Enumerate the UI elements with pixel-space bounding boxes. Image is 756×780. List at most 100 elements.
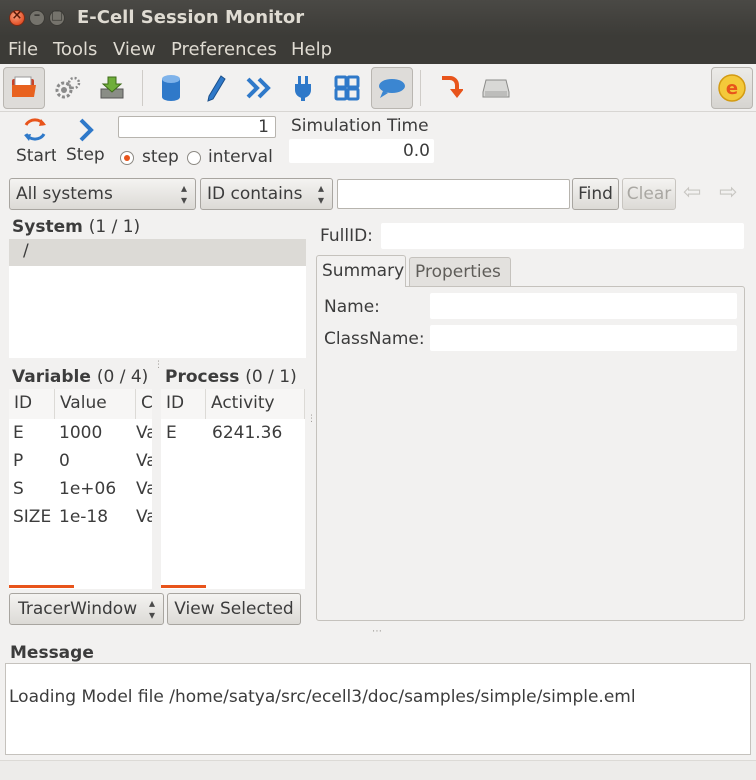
clear-button: Clear (622, 178, 676, 210)
toolbar-separator (420, 70, 421, 106)
step-button[interactable]: Step (66, 145, 105, 165)
forward-arrow-icon: ⇨ (719, 180, 738, 205)
pane-grip-icon[interactable]: ⋮ (307, 414, 316, 424)
table-row[interactable]: P 0 Va (9, 447, 152, 475)
find-button[interactable]: Find (572, 178, 619, 210)
variable-class: Va (136, 423, 152, 443)
table-row[interactable]: E 1000 Va (9, 419, 152, 447)
list-item[interactable]: / (9, 239, 306, 266)
menu-preferences[interactable]: Preferences (171, 39, 277, 60)
menu-help[interactable]: Help (291, 39, 332, 60)
tracer-window-combo[interactable]: TracerWindow ▴ ▾ (9, 593, 164, 625)
table-row[interactable]: E 6241.36 (161, 419, 305, 447)
classname-label: ClassName: (324, 329, 425, 349)
tab-summary[interactable]: Summary (316, 255, 406, 287)
combo-arrows-icon: ▴ ▾ (317, 181, 324, 207)
pen-button[interactable] (194, 67, 236, 109)
table-row[interactable]: S 1e+06 Va (9, 475, 152, 503)
view-selected-button[interactable]: View Selected (167, 593, 301, 625)
system-panel-title: System (1 / 1) (12, 217, 141, 237)
menu-file[interactable]: File (8, 39, 38, 60)
column-header-value[interactable]: Value (55, 389, 136, 419)
horizontal-scroll-indicator[interactable] (9, 585, 74, 588)
tab-properties[interactable]: Properties (409, 257, 511, 286)
column-header-id[interactable]: ID (9, 389, 55, 419)
disk-button[interactable] (475, 67, 517, 109)
start-button[interactable]: Start (16, 146, 56, 166)
cylinder-icon (162, 75, 180, 101)
system-list[interactable]: / (9, 239, 306, 358)
plug-icon (295, 76, 311, 101)
plug-button[interactable] (282, 67, 324, 109)
window-title: E-Cell Session Monitor (77, 7, 305, 28)
table-row[interactable]: SIZE 1e-18 Va (9, 503, 152, 531)
process-id: E (166, 423, 177, 443)
step-radio-label[interactable]: step (142, 147, 179, 167)
double-chevron-icon (246, 77, 271, 99)
interval-radio-label[interactable]: interval (208, 147, 273, 167)
speech-bubble-button[interactable] (371, 67, 413, 109)
message-text: Loading Model file /home/satya/src/ecell… (9, 687, 636, 707)
variable-value: 1e-18 (59, 507, 109, 527)
start-icon[interactable] (20, 116, 50, 149)
combo-arrows-icon: ▴ ▾ (180, 181, 187, 207)
gears-button[interactable] (47, 67, 89, 109)
minimize-window-button[interactable]: – (29, 8, 45, 26)
ecell-logo-button[interactable]: e (711, 67, 753, 109)
simulation-time-label: Simulation Time (291, 116, 429, 136)
pane-grip-icon[interactable]: ⋯ (372, 626, 382, 637)
toolbar: e (0, 64, 756, 112)
menu-tools[interactable]: Tools (53, 39, 97, 60)
menu-bar: File Tools View Preferences Help (0, 36, 756, 64)
cylinder-button[interactable] (150, 67, 192, 109)
svg-text:e: e (726, 78, 738, 99)
step-radio[interactable] (120, 151, 134, 165)
open-folder-button[interactable] (3, 67, 45, 109)
message-title: Message (10, 643, 94, 663)
download-button[interactable] (91, 67, 133, 109)
classname-field (430, 325, 737, 351)
tracer-window-value: TracerWindow (18, 599, 138, 619)
grid-button[interactable] (326, 67, 368, 109)
pane-grip-icon[interactable]: ⋮ (154, 360, 163, 370)
open-folder-icon (12, 76, 36, 97)
grid-icon (334, 75, 360, 101)
column-header-class[interactable]: Cl (136, 389, 152, 419)
variable-id: P (13, 451, 24, 471)
close-window-button[interactable]: × (9, 8, 25, 26)
variable-class: Va (136, 451, 152, 471)
variable-class: Va (136, 507, 152, 527)
title-bar: × – □ E-Cell Session Monitor (0, 0, 756, 36)
process-panel-title: Process (0 / 1) (165, 367, 297, 387)
id-filter-combo[interactable]: ID contains ▴ ▾ (200, 178, 333, 210)
disk-icon (482, 79, 510, 98)
variable-table[interactable]: ID Value Cl E 1000 Va P 0 Va S 1e+06 Va … (9, 389, 152, 589)
maximize-window-button[interactable]: □ (49, 8, 65, 26)
variable-value: 1000 (59, 423, 103, 443)
simulation-time-value: 0.0 (289, 139, 434, 163)
fullid-field (381, 223, 744, 249)
menu-view[interactable]: View (113, 39, 156, 60)
toolbar-separator (142, 70, 143, 106)
step-icon[interactable] (76, 117, 98, 148)
message-area[interactable]: Loading Model file /home/satya/src/ecell… (5, 663, 751, 755)
step-count-input[interactable]: 1 (118, 116, 276, 138)
fullid-label: FullID: (320, 226, 373, 246)
double-chevron-button[interactable] (238, 67, 280, 109)
variable-value: 1e+06 (59, 479, 117, 499)
name-label: Name: (324, 297, 380, 317)
download-icon (100, 76, 124, 99)
gears-icon (55, 76, 81, 99)
process-table[interactable]: ID Activity E 6241.36 (161, 389, 305, 589)
process-activity: 6241.36 (212, 423, 283, 443)
name-field (430, 293, 737, 319)
search-input[interactable] (337, 179, 570, 209)
interval-radio[interactable] (187, 151, 201, 165)
system-filter-combo[interactable]: All systems ▴ ▾ (9, 178, 196, 210)
variable-class: Va (136, 479, 152, 499)
horizontal-scroll-indicator[interactable] (161, 585, 206, 588)
combo-arrows-icon: ▴ ▾ (148, 596, 155, 622)
column-header-id[interactable]: ID (161, 389, 206, 419)
column-header-activity[interactable]: Activity (206, 389, 305, 419)
return-arrow-button[interactable] (429, 67, 471, 109)
